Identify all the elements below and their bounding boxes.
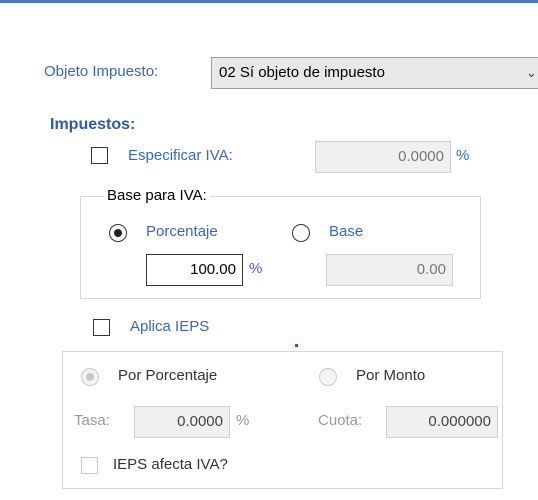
ieps-afecta-iva-label: IEPS afecta IVA? — [113, 456, 228, 473]
especificar-iva-label: Especificar IVA: — [128, 147, 233, 164]
aplica-ieps-checkbox[interactable] — [93, 319, 110, 336]
tasa-label: Tasa: — [74, 412, 110, 429]
objeto-impuesto-value: 02 Sí objeto de impuesto — [219, 64, 385, 81]
error-indicator — [295, 344, 298, 347]
base-input[interactable]: 0.00 — [326, 254, 453, 286]
por-monto-label: Por Monto — [356, 367, 426, 384]
especificar-iva-unit: % — [456, 147, 470, 164]
base-value: 0.00 — [416, 261, 446, 278]
por-porcentaje-label: Por Porcentaje — [118, 367, 218, 384]
porcentaje-value: 100.00 — [190, 261, 236, 278]
base-label: Base — [329, 223, 364, 240]
objeto-impuesto-label: Objeto Impuesto: — [44, 63, 159, 80]
cuota-input[interactable]: 0.000000 — [386, 406, 498, 438]
por-monto-radio[interactable] — [319, 368, 337, 386]
porcentaje-input[interactable]: 100.00 — [146, 254, 243, 286]
tasa-unit: % — [236, 412, 250, 429]
impuestos-heading: Impuestos: — [50, 116, 136, 133]
especificar-iva-checkbox[interactable] — [91, 147, 108, 164]
tasa-input[interactable]: 0.0000 — [134, 406, 230, 438]
cuota-value: 0.000000 — [428, 413, 491, 430]
cuota-label: Cuota: — [318, 412, 363, 429]
aplica-ieps-label: Aplica IEPS — [130, 318, 210, 335]
chevron-down-icon: ⌄ — [526, 65, 537, 80]
porcentaje-label: Porcentaje — [146, 223, 218, 240]
tasa-value: 0.0000 — [177, 413, 223, 430]
especificar-iva-value: 0.0000 — [398, 148, 444, 165]
ieps-afecta-iva-checkbox[interactable] — [81, 457, 98, 474]
porcentaje-radio[interactable] — [109, 224, 127, 242]
top-border — [0, 0, 538, 3]
porcentaje-unit: % — [249, 260, 263, 277]
base-iva-legend: Base para IVA: — [104, 187, 210, 204]
por-porcentaje-radio[interactable] — [81, 368, 99, 386]
objeto-impuesto-select[interactable]: 02 Sí objeto de impuesto ⌄ — [211, 57, 538, 89]
especificar-iva-field[interactable]: 0.0000 — [315, 141, 451, 173]
base-radio[interactable] — [292, 224, 310, 242]
